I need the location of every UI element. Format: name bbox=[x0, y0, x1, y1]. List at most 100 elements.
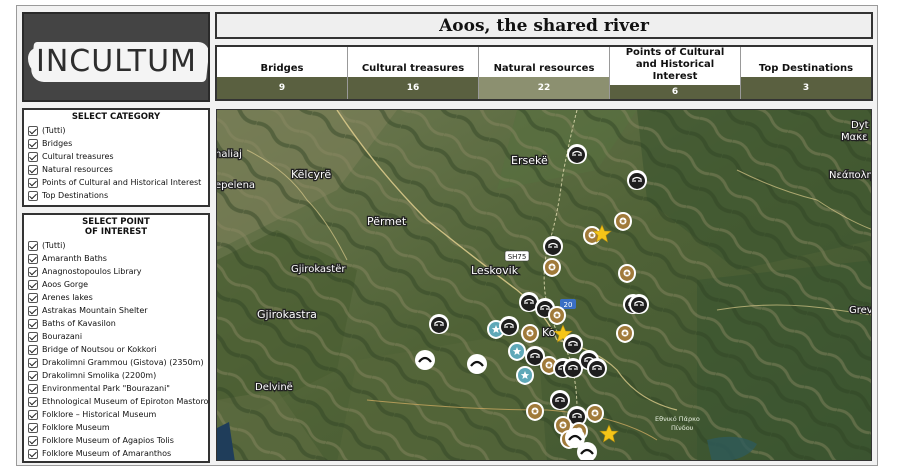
map-label: Νεάπολη bbox=[829, 169, 872, 181]
satellite-map[interactable]: SH75 20 haliaj epelena Këlcyrë Ersekë Pë… bbox=[216, 109, 872, 461]
checkbox-checked[interactable] bbox=[28, 357, 38, 368]
stat-value: 6 bbox=[610, 85, 740, 99]
map-label: Greve bbox=[849, 305, 872, 316]
checkbox-checked[interactable] bbox=[28, 138, 38, 149]
checkbox-checked[interactable] bbox=[28, 396, 38, 407]
poi-item[interactable]: Amaranth Baths bbox=[28, 252, 204, 265]
stat-value: 9 bbox=[217, 77, 347, 99]
checkbox-checked[interactable] bbox=[28, 331, 38, 342]
stat-cultural-treasures[interactable]: Cultural treasures 16 bbox=[348, 47, 479, 99]
stat-natural-resources[interactable]: Natural resources 22 bbox=[479, 47, 610, 99]
checkbox-checked[interactable] bbox=[28, 164, 38, 175]
poi-item[interactable]: (Tutti) bbox=[28, 239, 204, 252]
poi-item[interactable]: Arenes lakes bbox=[28, 291, 204, 304]
stat-top-destinations[interactable]: Top Destinations 3 bbox=[741, 47, 871, 99]
stat-label: Bridges bbox=[260, 63, 304, 74]
checkbox-checked[interactable] bbox=[28, 240, 38, 251]
map-label: Përmet bbox=[367, 215, 407, 228]
map-label: Gjirokastër bbox=[291, 264, 346, 275]
poi-item[interactable]: Anagnostopoulos Library bbox=[28, 265, 204, 278]
map-canvas[interactable]: SH75 20 haliaj epelena Këlcyrë Ersekë Pë… bbox=[217, 110, 872, 461]
bridge-pin-icon[interactable] bbox=[626, 169, 648, 191]
poi-item[interactable]: Aoos Gorge bbox=[28, 278, 204, 291]
poi-item[interactable]: Environmental Park "Bourazani" bbox=[28, 382, 204, 395]
checkbox-checked[interactable] bbox=[28, 177, 38, 188]
poi-item[interactable]: Astrakas Mountain Shelter bbox=[28, 304, 204, 317]
bridge-pin-icon[interactable] bbox=[586, 357, 608, 379]
poi-item[interactable]: Baths of Kavasilon bbox=[28, 317, 204, 330]
bridge-circle-icon[interactable] bbox=[465, 352, 489, 376]
poi-item[interactable]: Folklore – Historical Museum bbox=[28, 408, 204, 421]
svg-text:20: 20 bbox=[564, 301, 573, 309]
bridge-pin-icon[interactable] bbox=[542, 235, 564, 257]
bridge-circle-icon[interactable] bbox=[413, 348, 437, 372]
stat-label: Points of Cultural and Historical Intere… bbox=[625, 47, 725, 82]
bridge-pin-icon[interactable] bbox=[428, 313, 450, 335]
category-item-bridges[interactable]: Bridges bbox=[28, 137, 204, 150]
road-shield-sh75: SH75 bbox=[504, 250, 530, 262]
poi-item[interactable]: Bourazani bbox=[28, 330, 204, 343]
stats-bar: Bridges 9 Cultural treasures 16 Natural … bbox=[215, 45, 873, 101]
checkbox-checked[interactable] bbox=[28, 318, 38, 329]
bridge-pin-icon[interactable] bbox=[628, 293, 650, 315]
stat-label: Natural resources bbox=[493, 63, 595, 74]
checkbox-checked[interactable] bbox=[28, 409, 38, 420]
checkbox-checked[interactable] bbox=[28, 305, 38, 316]
stat-label: Top Destinations bbox=[758, 63, 854, 74]
poi-item[interactable]: Drakolimni Grammou (Gistova) (2350m) bbox=[28, 356, 204, 369]
checkbox-checked[interactable] bbox=[28, 448, 38, 459]
checkbox-checked[interactable] bbox=[28, 125, 38, 136]
poi-item[interactable]: Bridge of Noutsou or Kokkori bbox=[28, 343, 204, 356]
map-label: Këlcyrë bbox=[291, 168, 331, 181]
checkbox-checked[interactable] bbox=[28, 383, 38, 394]
category-item-top-destinations[interactable]: Top Destinations bbox=[28, 189, 204, 202]
bridge-pin-icon[interactable] bbox=[549, 389, 571, 411]
checkbox-checked[interactable] bbox=[28, 266, 38, 277]
page-title: Aoos, the shared river bbox=[439, 15, 649, 36]
logo: INCULTUM bbox=[22, 12, 210, 102]
bridge-pin-icon[interactable] bbox=[498, 315, 520, 337]
stat-value: 22 bbox=[479, 77, 609, 99]
dashboard-title-box: Aoos, the shared river bbox=[215, 12, 873, 39]
category-item-natural-resources[interactable]: Natural resources bbox=[28, 163, 204, 176]
select-poi-panel: SELECT POINT OF INTEREST (Tutti) Amaranth… bbox=[22, 213, 210, 463]
poi-item[interactable]: Folklore Museum bbox=[28, 421, 204, 434]
map-label: Ko bbox=[542, 326, 556, 339]
map-label: Ersekë bbox=[511, 154, 548, 167]
checkbox-checked[interactable] bbox=[28, 344, 38, 355]
bridge-pin-icon[interactable] bbox=[562, 333, 584, 355]
map-label: Dyt bbox=[851, 120, 869, 131]
checkbox-checked[interactable] bbox=[28, 151, 38, 162]
poi-item[interactable]: Folklore Museum of Amaranthos bbox=[28, 447, 204, 460]
checkbox-checked[interactable] bbox=[28, 190, 38, 201]
category-item-all[interactable]: (Tutti) bbox=[28, 124, 204, 137]
map-label: Πίνδου bbox=[671, 424, 694, 432]
poi-item[interactable]: Folklore Museum of Agapios Tolis bbox=[28, 434, 204, 447]
panel-title: SELECT POINT OF INTEREST bbox=[82, 217, 150, 237]
stat-label: Cultural treasures bbox=[361, 63, 465, 74]
select-category-panel: SELECT CATEGORY (Tutti) Bridges Cultural… bbox=[22, 108, 210, 207]
checkbox-checked[interactable] bbox=[28, 279, 38, 290]
map-label: Leskovik bbox=[471, 264, 519, 277]
checkbox-checked[interactable] bbox=[28, 292, 38, 303]
stat-points-of-interest[interactable]: Points of Cultural and Historical Intere… bbox=[610, 47, 741, 99]
category-item-cultural-treasures[interactable]: Cultural treasures bbox=[28, 150, 204, 163]
logo-text: INCULTUM bbox=[36, 44, 197, 79]
checkbox-checked[interactable] bbox=[28, 253, 38, 264]
bridge-pin-icon[interactable] bbox=[566, 143, 588, 165]
checkbox-checked[interactable] bbox=[28, 435, 38, 446]
category-item-points-of-interest[interactable]: Points of Cultural and Historical Intere… bbox=[28, 176, 204, 189]
map-label: Delvinë bbox=[255, 382, 293, 393]
panel-title: SELECT CATEGORY bbox=[71, 112, 161, 122]
stat-value: 3 bbox=[741, 77, 871, 99]
map-label: Μακε bbox=[841, 132, 868, 143]
checkbox-checked[interactable] bbox=[28, 422, 38, 433]
poi-item[interactable]: Ethnological Museum of Epiroton Mastoron bbox=[28, 395, 208, 408]
map-label: Εθνικό Πάρκο bbox=[655, 415, 700, 423]
stat-bridges[interactable]: Bridges 9 bbox=[217, 47, 348, 99]
svg-text:SH75: SH75 bbox=[508, 253, 527, 261]
poi-item[interactable]: Drakolimni Smolika (2200m) bbox=[28, 369, 204, 382]
map-label: haliaj bbox=[217, 149, 242, 160]
checkbox-checked[interactable] bbox=[28, 370, 38, 381]
stat-value: 16 bbox=[348, 77, 478, 99]
